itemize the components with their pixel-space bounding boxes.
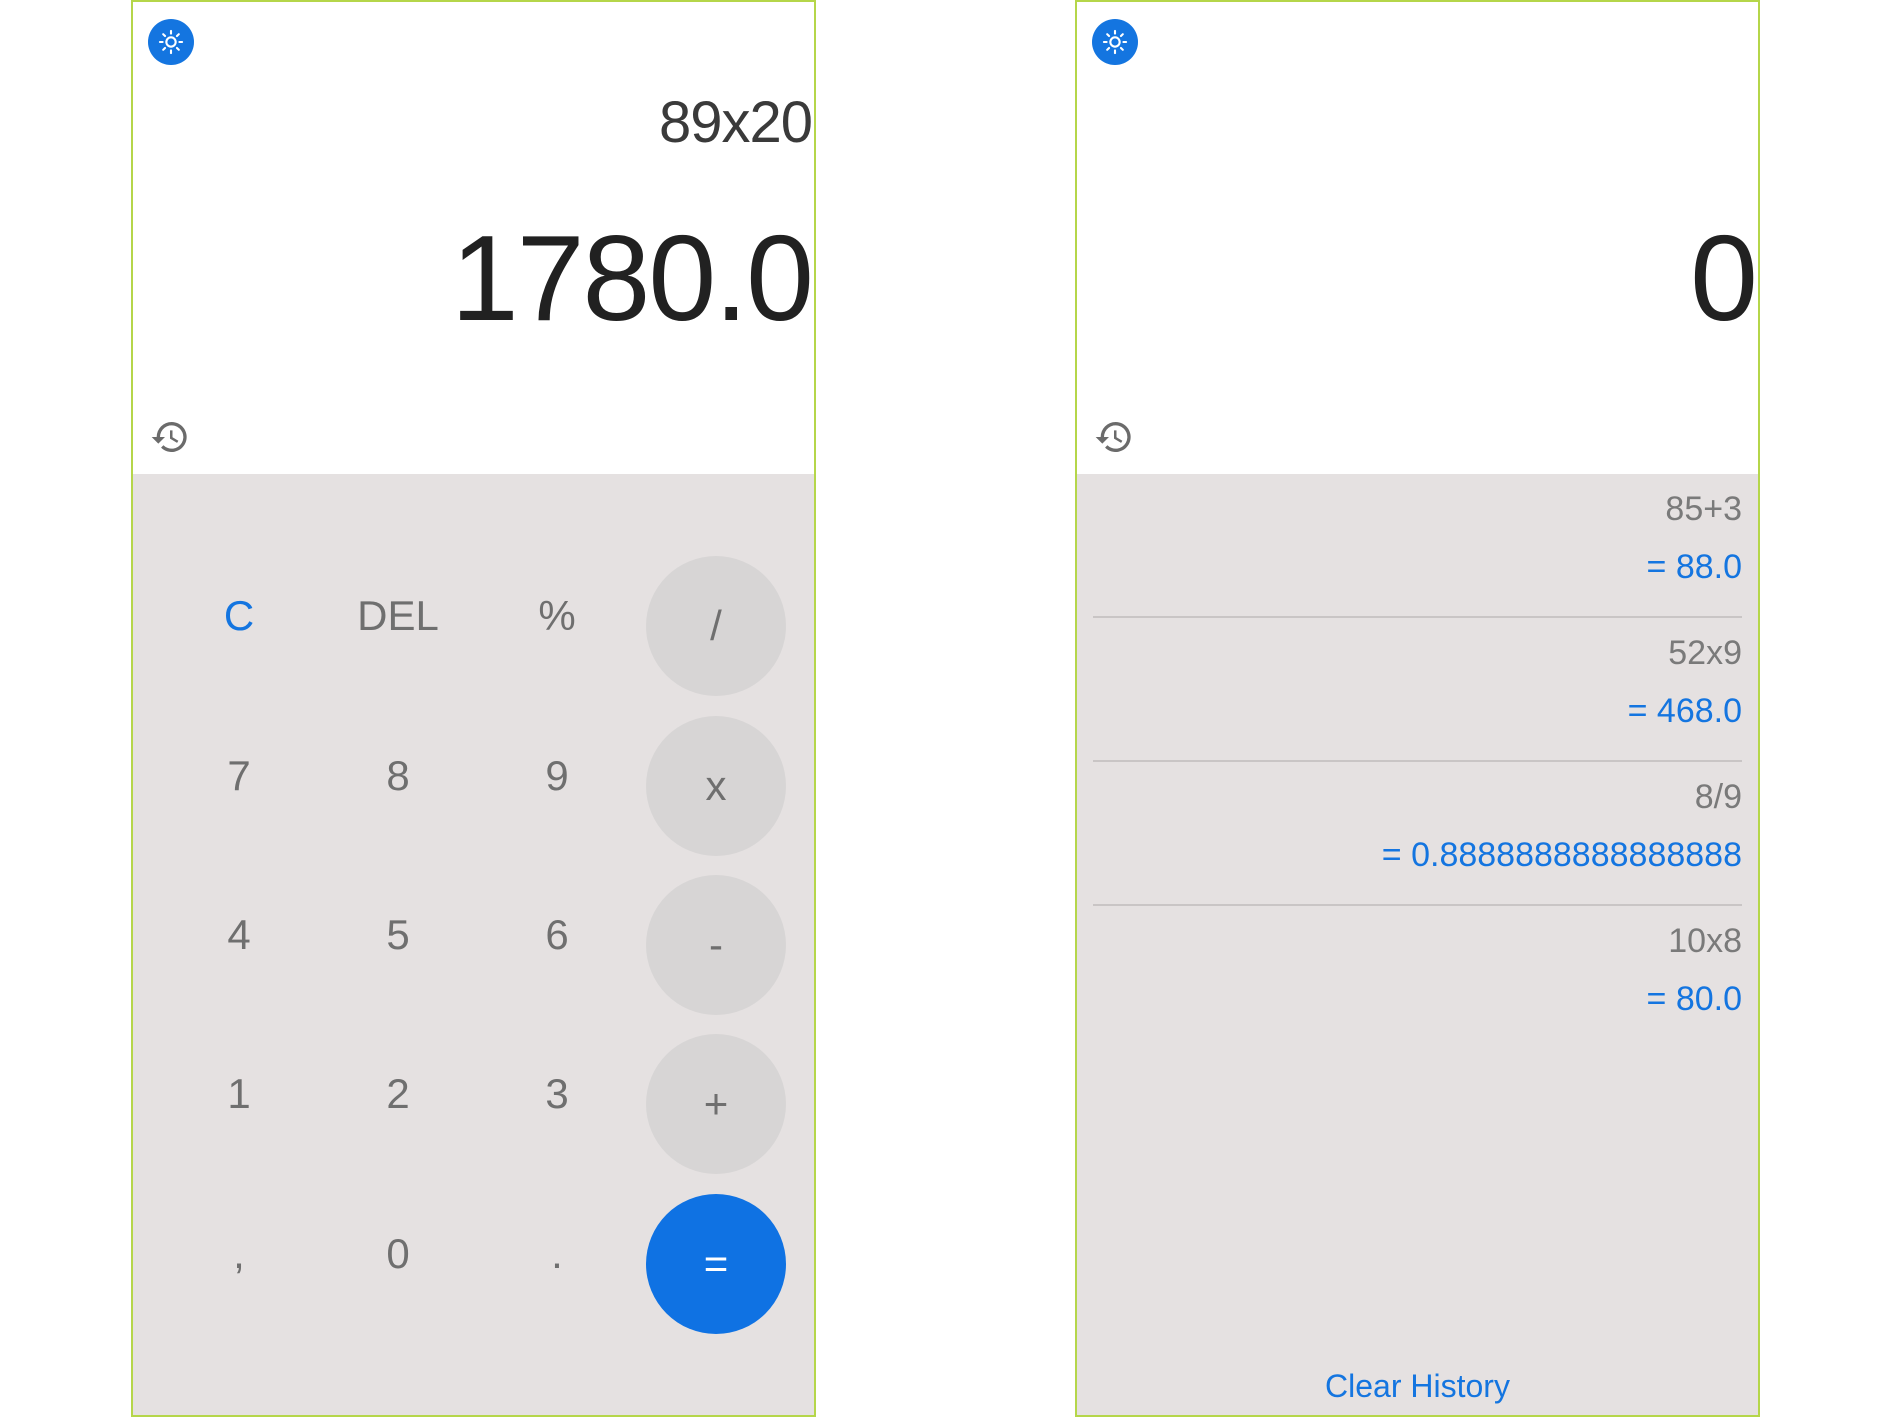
digit-7-button[interactable]: 7	[169, 706, 309, 846]
history-icon	[1095, 422, 1131, 452]
calculator-screen-history: 0 85+3 = 88.0 52x9 = 468.0 8/9 = 0.88888…	[1075, 0, 1760, 1417]
clear-button[interactable]: C	[169, 546, 309, 686]
history-result: = 0.8888888888888888	[1381, 836, 1742, 874]
history-icon	[151, 422, 187, 452]
history-button[interactable]	[1092, 415, 1136, 459]
history-list: 85+3 = 88.0 52x9 = 468.0 8/9 = 0.8888888…	[1077, 474, 1758, 1415]
history-entry[interactable]: 8/9 = 0.8888888888888888	[1093, 762, 1742, 906]
theme-toggle-button[interactable]	[1092, 19, 1138, 65]
digit-5-button[interactable]: 5	[328, 865, 468, 1005]
digit-2-button[interactable]: 2	[328, 1024, 468, 1164]
calculator-screen-keypad: 89x20 1780.0 C DEL % / 7 8 9 x 4 5 6 - 1…	[131, 0, 816, 1417]
percent-button[interactable]: %	[487, 546, 627, 686]
history-entry[interactable]: 10x8 = 80.0	[1093, 906, 1742, 1050]
history-expression: 10x8	[1668, 922, 1742, 960]
digit-0-button[interactable]: 0	[328, 1184, 468, 1324]
add-button[interactable]: +	[646, 1034, 786, 1174]
brightness-icon	[1102, 29, 1128, 55]
decimal-point-button[interactable]: .	[487, 1184, 627, 1324]
history-entry[interactable]: 52x9 = 468.0	[1093, 618, 1742, 762]
equals-button[interactable]: =	[646, 1194, 786, 1334]
delete-button[interactable]: DEL	[328, 546, 468, 686]
subtract-button[interactable]: -	[646, 875, 786, 1015]
digit-9-button[interactable]: 9	[487, 706, 627, 846]
history-expression: 8/9	[1694, 778, 1742, 816]
history-entry[interactable]: 85+3 = 88.0	[1093, 474, 1742, 618]
expression-display: 89x20	[658, 90, 813, 155]
history-result: = 80.0	[1646, 980, 1742, 1018]
digit-8-button[interactable]: 8	[328, 706, 468, 846]
history-expression: 52x9	[1668, 634, 1742, 672]
digit-1-button[interactable]: 1	[169, 1024, 309, 1164]
digit-3-button[interactable]: 3	[487, 1024, 627, 1164]
digit-4-button[interactable]: 4	[169, 865, 309, 1005]
brightness-icon	[158, 29, 184, 55]
keypad: C DEL % / 7 8 9 x 4 5 6 - 1 2 3 + , 0 . …	[133, 474, 814, 1415]
history-result: = 468.0	[1627, 692, 1742, 730]
history-expression: 85+3	[1665, 490, 1742, 528]
clear-history-button[interactable]: Clear History	[1077, 1368, 1758, 1405]
history-result: = 88.0	[1646, 548, 1742, 586]
result-display: 0	[1690, 210, 1758, 346]
multiply-button[interactable]: x	[646, 716, 786, 856]
comma-button[interactable]: ,	[169, 1184, 309, 1324]
digit-6-button[interactable]: 6	[487, 865, 627, 1005]
result-display: 1780.0	[450, 210, 814, 346]
divide-button[interactable]: /	[646, 556, 786, 696]
theme-toggle-button[interactable]	[148, 19, 194, 65]
history-button[interactable]	[148, 415, 192, 459]
